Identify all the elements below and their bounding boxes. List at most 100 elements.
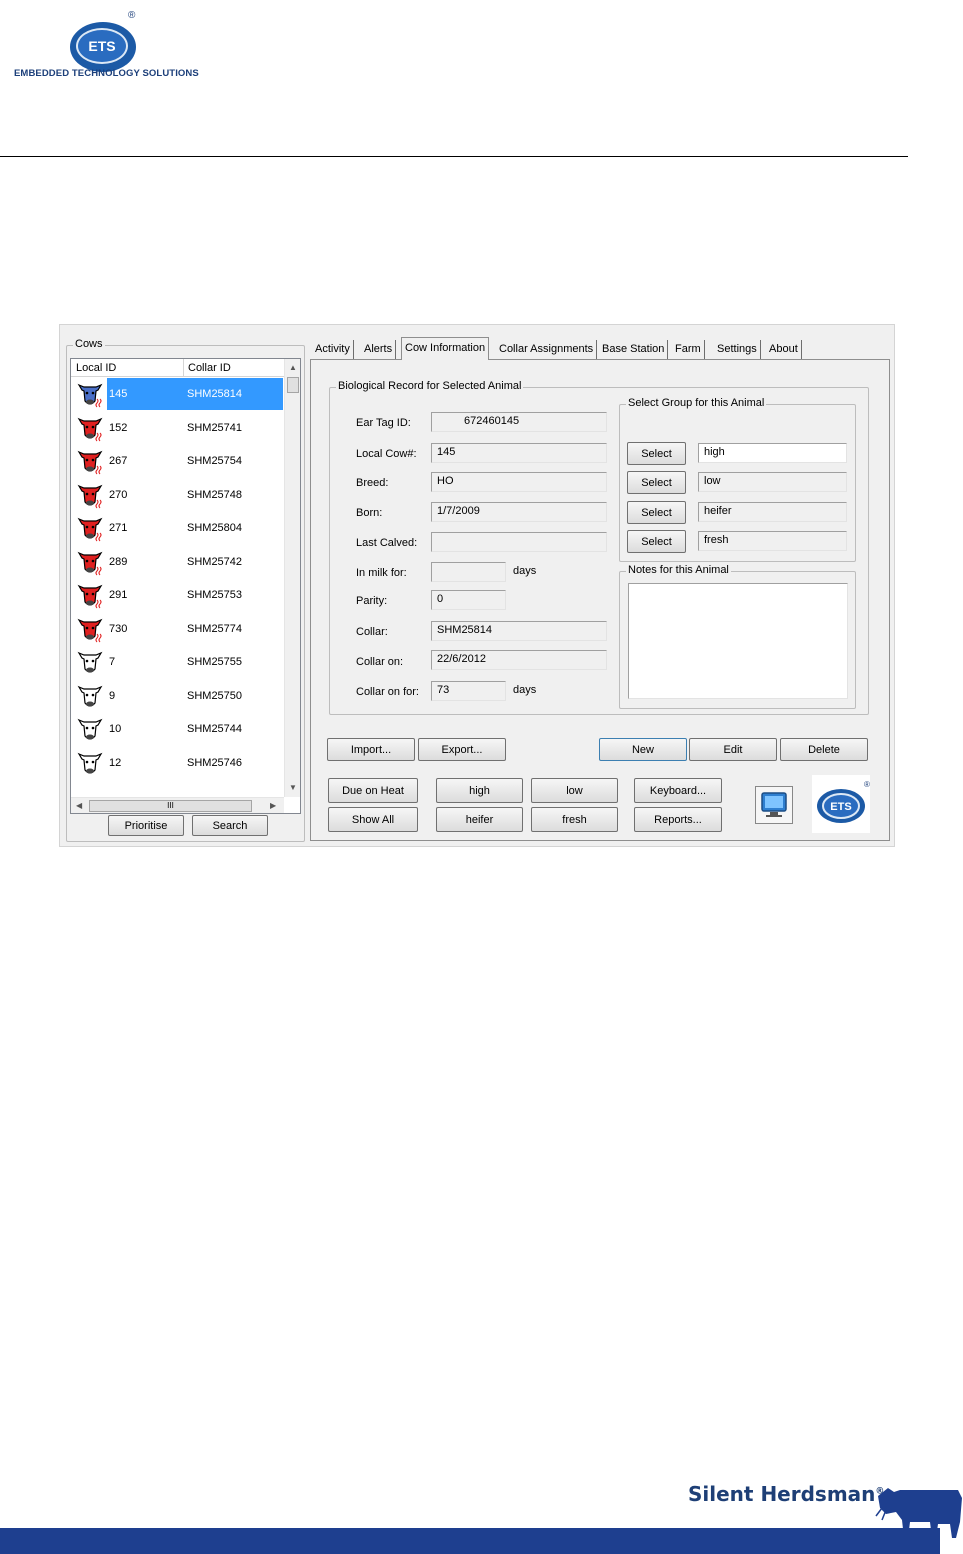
- filter-high-button[interactable]: high: [436, 778, 523, 803]
- heat-cow-icon-red: [75, 413, 105, 443]
- filter-fresh-button[interactable]: fresh: [531, 807, 618, 832]
- parity-field[interactable]: 0: [431, 590, 506, 610]
- born-field[interactable]: 1/7/2009: [431, 502, 607, 522]
- cows-group-label: Cows: [73, 338, 105, 350]
- ear-tag-field[interactable]: 672460145: [431, 412, 607, 432]
- last-calved-field[interactable]: [431, 532, 607, 552]
- scroll-left-icon[interactable]: ◀: [76, 801, 82, 810]
- cow-row-cells[interactable]: 145 SHM25814: [107, 378, 283, 410]
- due-on-heat-button[interactable]: Due on Heat: [328, 778, 418, 803]
- horizontal-scrollbar[interactable]: ◀ III ▶: [71, 797, 284, 813]
- biological-record-label: Biological Record for Selected Animal: [336, 380, 524, 392]
- tab-collar-assignments[interactable]: Collar Assignments: [496, 340, 598, 359]
- cow-icon: [75, 647, 105, 677]
- select-low-button[interactable]: Select: [627, 471, 686, 494]
- cow-row-cells[interactable]: 270 SHM25748: [107, 479, 283, 511]
- cow-list-row[interactable]: 12 SHM25746: [73, 747, 283, 779]
- filter-heifer-button[interactable]: heifer: [436, 807, 523, 832]
- cow-row-cells[interactable]: 9 SHM25750: [107, 680, 283, 712]
- notes-textarea[interactable]: [628, 583, 848, 699]
- monitor-icon[interactable]: [755, 786, 793, 824]
- cow-icon: [75, 714, 105, 744]
- tab-about[interactable]: About: [766, 340, 802, 359]
- cow-collar-id: SHM25742: [187, 555, 243, 568]
- select-fresh-button[interactable]: Select: [627, 530, 686, 553]
- cow-list-row[interactable]: 270 SHM25748: [73, 479, 283, 511]
- cow-list-row[interactable]: 10 SHM25744: [73, 713, 283, 745]
- cow-list-row[interactable]: 145 SHM25814: [73, 378, 283, 410]
- keyboard-button[interactable]: Keyboard...: [634, 778, 722, 803]
- edit-button[interactable]: Edit: [689, 738, 777, 761]
- collar-field[interactable]: SHM25814: [431, 621, 607, 641]
- prioritise-button[interactable]: Prioritise: [108, 815, 184, 836]
- collar-on-for-label: Collar on for:: [356, 686, 419, 698]
- import-button[interactable]: Import...: [327, 738, 415, 761]
- column-header-collar-id[interactable]: Collar ID: [188, 362, 231, 374]
- ets-registered-mark: ®: [128, 10, 136, 21]
- column-separator[interactable]: [183, 359, 184, 377]
- cow-list-row[interactable]: 267 SHM25754: [73, 445, 283, 477]
- cows-list[interactable]: Local ID Collar ID 145 SHM25814 152 SHM2574…: [70, 358, 301, 814]
- delete-button[interactable]: Delete: [780, 738, 868, 761]
- select-group-label: Select Group for this Animal: [626, 397, 767, 409]
- tab-farm[interactable]: Farm: [672, 340, 705, 359]
- in-milk-field[interactable]: [431, 562, 506, 582]
- scroll-up-icon[interactable]: ▲: [289, 363, 297, 372]
- reports-button[interactable]: Reports...: [634, 807, 722, 832]
- cow-row-cells[interactable]: 10 SHM25744: [107, 713, 283, 745]
- local-cow-field[interactable]: 145: [431, 443, 607, 463]
- cow-list-row[interactable]: 289 SHM25742: [73, 546, 283, 578]
- collar-on-for-field[interactable]: 73: [431, 681, 506, 701]
- vertical-scroll-thumb[interactable]: [287, 377, 299, 393]
- tab-base-station[interactable]: Base Station: [599, 340, 669, 359]
- cow-list-row[interactable]: 271 SHM25804: [73, 512, 283, 544]
- cow-row-cells[interactable]: 271 SHM25804: [107, 512, 283, 544]
- group-fresh-field[interactable]: fresh: [698, 531, 847, 551]
- cow-collar-id: SHM25814: [187, 388, 243, 400]
- vertical-scrollbar[interactable]: ▲ ▼: [284, 359, 300, 797]
- app-window: Cows Local ID Collar ID 145 SHM25814 152 SH…: [59, 324, 895, 847]
- cow-row-cells[interactable]: 7 SHM25755: [107, 646, 283, 678]
- group-low-field[interactable]: low: [698, 472, 847, 492]
- show-all-button[interactable]: Show All: [328, 807, 418, 832]
- select-high-button[interactable]: Select: [627, 442, 686, 465]
- cow-row-cells[interactable]: 152 SHM25741: [107, 412, 283, 444]
- cow-list-row[interactable]: 7 SHM25755: [73, 646, 283, 678]
- tab-alerts[interactable]: Alerts: [361, 340, 397, 359]
- select-heifer-button[interactable]: Select: [627, 501, 686, 524]
- cow-local-id: 271: [109, 522, 128, 534]
- tab-activity[interactable]: Activity: [312, 340, 354, 359]
- parity-label: Parity:: [356, 595, 388, 607]
- export-button[interactable]: Export...: [418, 738, 506, 761]
- cow-row-cells[interactable]: 289 SHM25742: [107, 546, 283, 578]
- cow-row-cells[interactable]: 267 SHM25754: [107, 445, 283, 477]
- cow-row-cells[interactable]: 12 SHM25746: [107, 747, 283, 779]
- group-heifer-field[interactable]: heifer: [698, 502, 847, 522]
- column-header-local-id[interactable]: Local ID: [76, 362, 116, 374]
- cow-list-row[interactable]: 730 SHM25774: [73, 613, 283, 645]
- cow-list-row[interactable]: 152 SHM25741: [73, 412, 283, 444]
- cow-list-row[interactable]: 291 SHM25753: [73, 579, 283, 611]
- scroll-right-icon[interactable]: ▶: [270, 801, 276, 810]
- last-calved-label: Last Calved:: [356, 537, 418, 549]
- group-high-field[interactable]: high: [698, 443, 847, 463]
- horizontal-scroll-thumb[interactable]: III: [89, 800, 252, 812]
- search-button[interactable]: Search: [192, 815, 268, 836]
- new-button[interactable]: New: [599, 738, 687, 761]
- filter-low-button[interactable]: low: [531, 778, 618, 803]
- cow-row-cells[interactable]: 730 SHM25774: [107, 613, 283, 645]
- breed-field[interactable]: HO: [431, 472, 607, 492]
- cow-row-cells[interactable]: 291 SHM25753: [107, 579, 283, 611]
- tab-settings[interactable]: Settings: [714, 340, 761, 359]
- breed-label: Breed:: [356, 477, 389, 489]
- cow-collar-id: SHM25746: [187, 756, 243, 769]
- collar-on-field[interactable]: 22/6/2012: [431, 650, 607, 670]
- footer-brand-name: Silent Herdsman: [688, 1482, 876, 1506]
- cow-local-id: 145: [109, 388, 128, 400]
- cow-list-row[interactable]: 9 SHM25750: [73, 680, 283, 712]
- scroll-down-icon[interactable]: ▼: [289, 783, 297, 792]
- ear-tag-label: Ear Tag ID:: [356, 417, 411, 429]
- tab-cow-information[interactable]: Cow Information: [401, 337, 490, 360]
- app-logo-registered: ®: [864, 780, 870, 789]
- header-divider: [0, 156, 908, 157]
